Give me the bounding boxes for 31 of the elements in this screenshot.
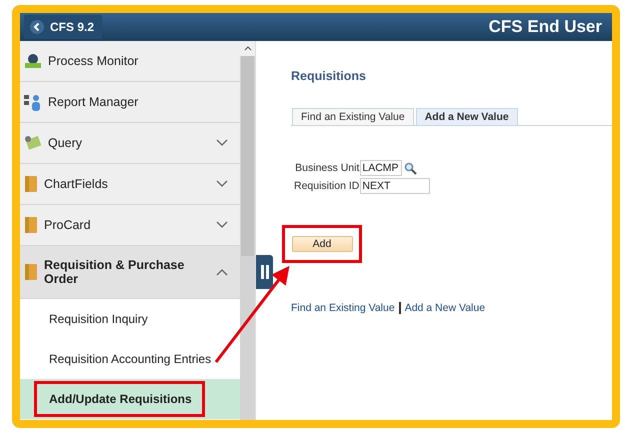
folder-icon xyxy=(24,263,38,281)
sidebar-subitem[interactable]: Requisition Inquiry xyxy=(20,299,240,339)
scroll-up-icon[interactable] xyxy=(244,46,252,51)
scrollbar[interactable] xyxy=(240,41,255,420)
tab[interactable]: Add a New Value xyxy=(416,108,518,125)
input-field[interactable]: LACMP xyxy=(360,160,402,176)
back-button[interactable]: CFS 9.2 xyxy=(24,15,102,39)
chevron-down-icon xyxy=(216,180,228,188)
header-title: CFS End User xyxy=(488,17,602,37)
chevron-down-icon xyxy=(216,221,228,229)
collapse-handle[interactable] xyxy=(256,255,273,289)
chevron-up-icon xyxy=(216,268,228,276)
person-icon xyxy=(24,93,42,111)
link[interactable]: Find an Existing Value xyxy=(291,302,395,314)
input-field[interactable]: NEXT xyxy=(360,178,430,194)
sidebar-item[interactable]: Requisition & Purchase Order xyxy=(20,246,240,299)
query-icon xyxy=(24,135,42,151)
folder-icon xyxy=(24,175,38,193)
folder-icon xyxy=(24,216,38,234)
page-title: Requisitions xyxy=(291,69,368,83)
chevron-down-icon xyxy=(216,139,228,147)
link[interactable]: Add a New Value xyxy=(404,302,486,314)
field-label: Requisition ID xyxy=(294,180,360,192)
pause-icon xyxy=(260,265,268,279)
field-label: Business Unit xyxy=(295,162,360,174)
sidebar-subitem[interactable]: Add/Update Requisitions xyxy=(20,379,240,419)
tab[interactable]: Find an Existing Value xyxy=(292,108,414,125)
chevron-left-icon xyxy=(30,20,44,34)
sidebar-subitem[interactable]: Requisition Accounting Entries xyxy=(20,339,240,379)
search-icon[interactable] xyxy=(404,162,418,174)
add-button[interactable]: Add xyxy=(292,236,352,252)
